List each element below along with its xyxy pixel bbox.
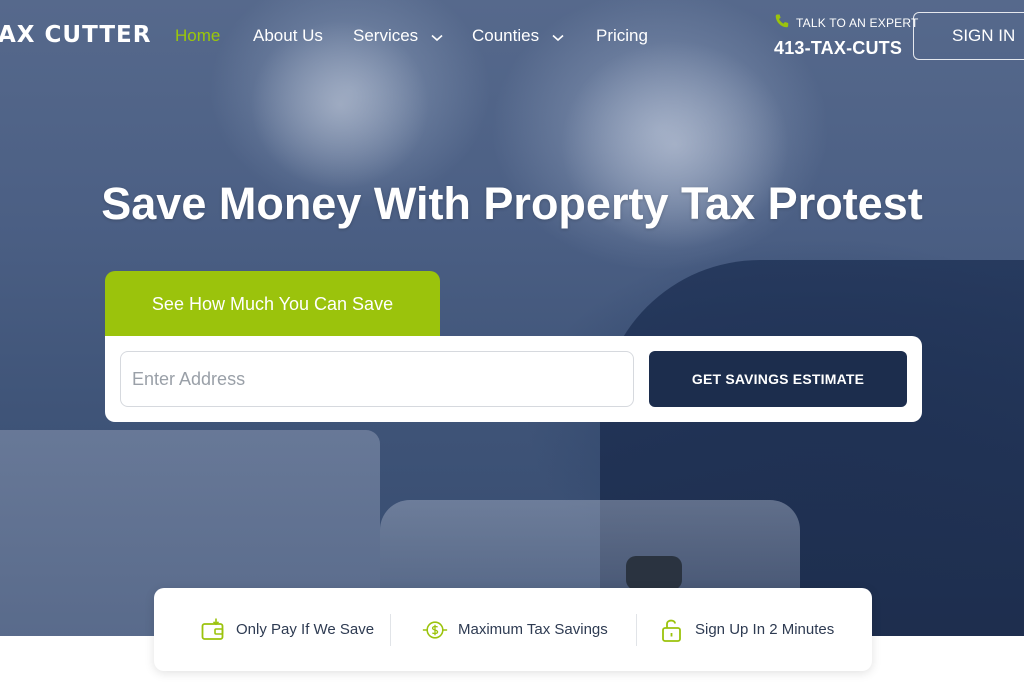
nav-item-about-us[interactable]: About Us [253,26,323,46]
chevron-down-icon [431,27,443,47]
chevron-down-icon [552,27,564,47]
page-title: Save Money With Property Tax Protest [101,178,923,229]
feature-item: Maximum Tax Savings [422,588,608,671]
talk-to-expert[interactable]: TALK TO AN EXPERT 413-TAX-CUTS [774,13,919,59]
talk-to-expert-label-row: TALK TO AN EXPERT [774,13,919,32]
nav-item-label: Home [175,26,221,45]
page: AX CUTTER Home About Us Services Countie… [0,0,1024,683]
get-savings-estimate-button[interactable]: GET SAVINGS ESTIMATE [649,351,907,407]
feature-label: Maximum Tax Savings [458,621,608,638]
nav-item-home[interactable]: Home [175,26,220,46]
nav-item-counties[interactable]: Counties [472,26,564,47]
nav-item-label: Counties [472,26,540,45]
feature-label: Sign Up In 2 Minutes [695,621,835,638]
nav-item-label: Pricing [596,26,648,45]
nav-item-label: Services [353,26,419,45]
address-input[interactable] [120,351,634,407]
hero-photo-watch [626,556,682,590]
feature-item: Sign Up In 2 Minutes [659,588,834,671]
nav-item-pricing[interactable]: Pricing [596,26,648,46]
talk-to-expert-label: TALK TO AN EXPERT [796,15,919,30]
feature-item: Only Pay If We Save [200,588,374,671]
nav-item-label: About Us [253,26,323,45]
savings-tab-label: See How Much You Can Save [151,293,394,314]
feature-label: Only Pay If We Save [236,621,375,638]
feature-divider [390,614,391,646]
wallet-icon [200,617,226,643]
savings-tab: See How Much You Can Save [105,271,440,337]
features-bar: Only Pay If We Save Maximum Tax Savings [154,588,872,671]
dollar-icon [422,617,448,643]
nav-item-services[interactable]: Services [353,26,443,47]
phone-number[interactable]: 413-TAX-CUTS [774,38,919,59]
feature-divider [636,614,637,646]
savings-estimator-form: GET SAVINGS ESTIMATE [105,336,922,422]
sign-in-button[interactable]: SIGN IN [913,12,1024,60]
phone-icon [774,13,790,32]
site-logo[interactable]: AX CUTTER [0,22,151,48]
unlock-icon [659,617,685,643]
